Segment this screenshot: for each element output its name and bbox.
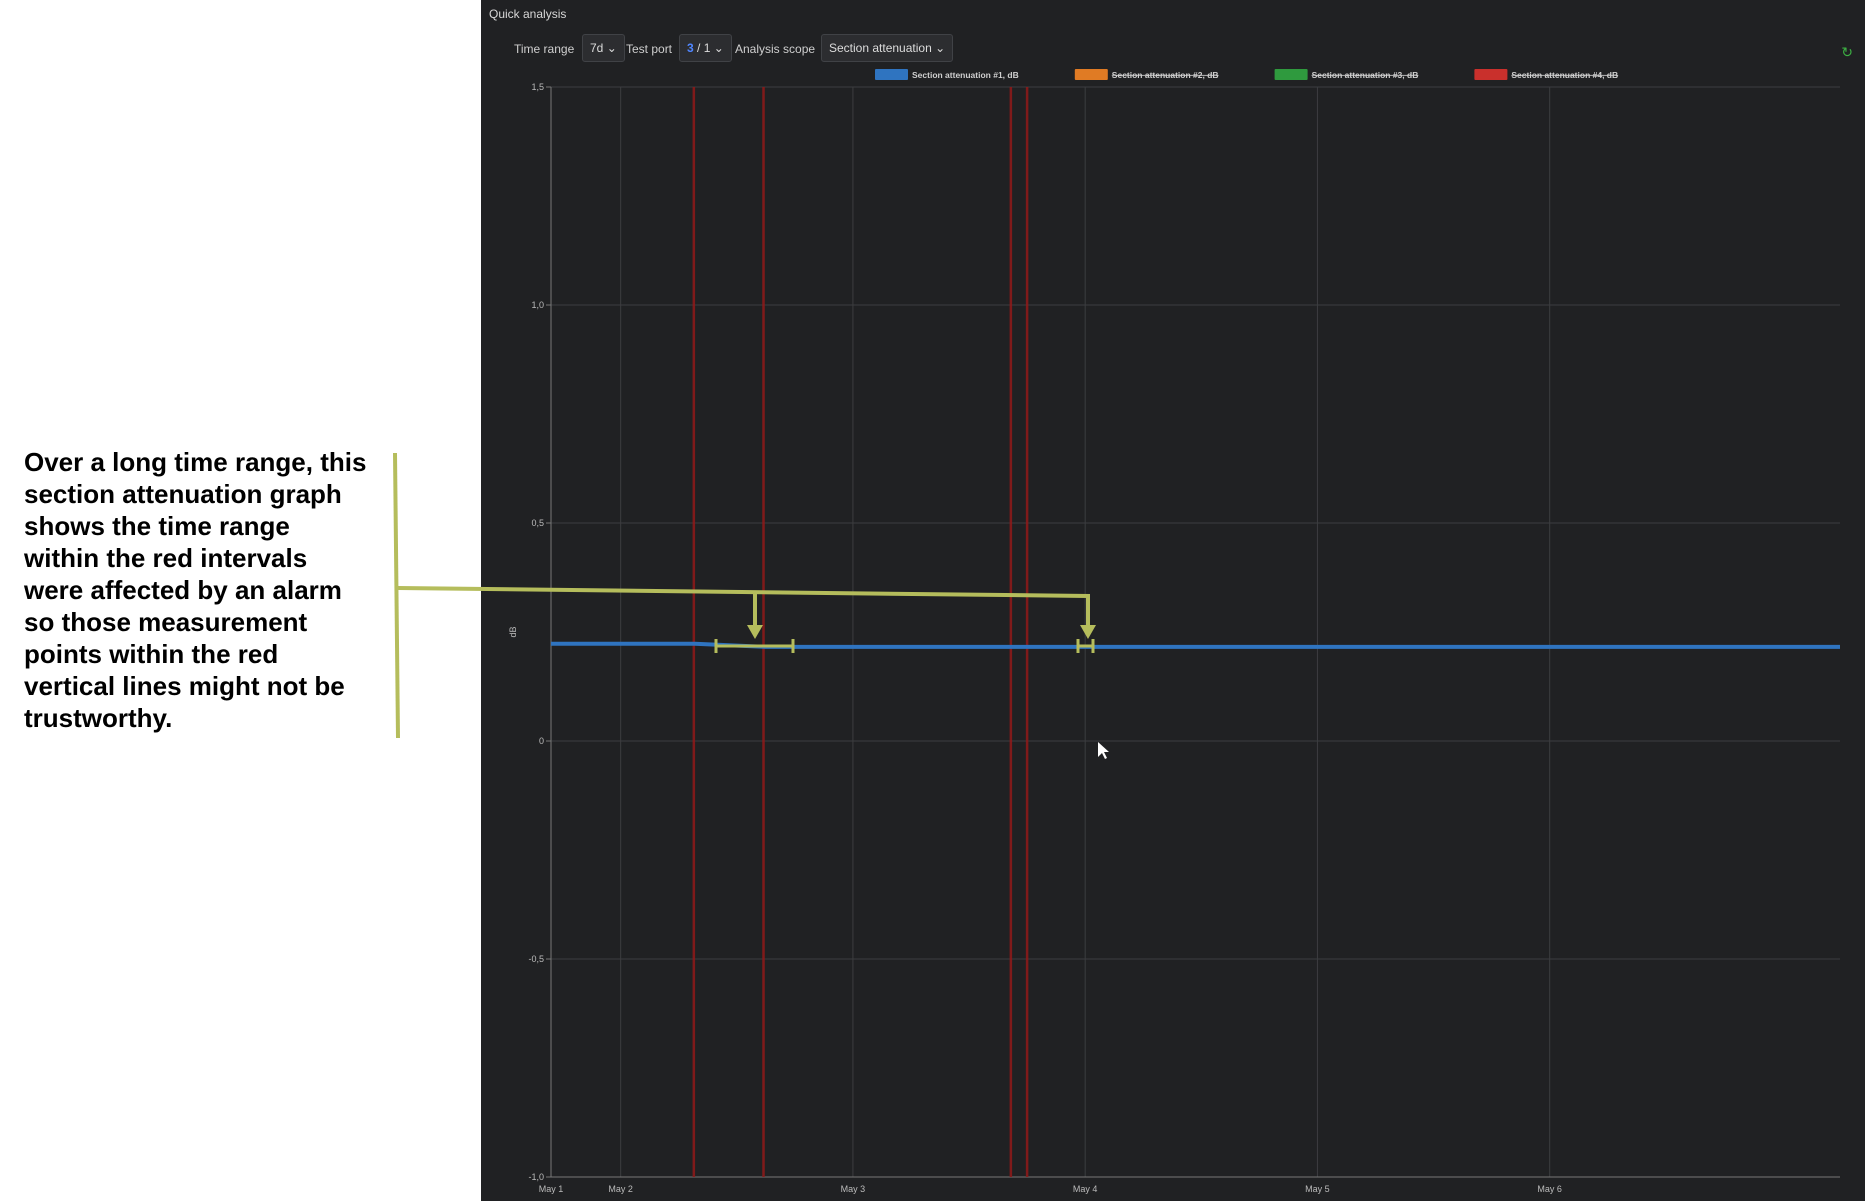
test-port-value-a: 3: [687, 41, 694, 55]
test-port-select[interactable]: 3 / 1 ⌄: [679, 34, 732, 62]
x-tick-label: May 5: [1305, 1184, 1330, 1194]
panel-title: Quick analysis: [489, 7, 567, 21]
x-tick-label: May 2: [608, 1184, 633, 1194]
refresh-icon[interactable]: ↻: [1841, 44, 1853, 61]
test-port-label: Test port: [626, 42, 673, 56]
chevron-down-icon: ⌄: [713, 41, 724, 55]
analysis-scope-label: Analysis scope: [735, 42, 816, 56]
legend-swatch: [1274, 69, 1308, 80]
series-line: [551, 641, 1840, 649]
y-tick-label: 1,0: [531, 300, 544, 310]
time-range-label: Time range: [514, 42, 575, 56]
time-range-select[interactable]: 7d ⌄: [582, 34, 625, 62]
analysis-scope-value: Section attenuation: [829, 41, 932, 55]
legend-swatch: [1474, 69, 1508, 80]
chevron-down-icon: ⌄: [935, 41, 946, 55]
y-tick-label: -0,5: [528, 954, 544, 964]
y-axis-label: dB: [508, 626, 518, 637]
toolbar: Time range 7d ⌄ Test port 3 / 1 ⌄ Analys…: [481, 34, 1865, 62]
legend-label: Section attenuation #1, dB: [912, 70, 1019, 80]
x-tick-label: May 6: [1537, 1184, 1562, 1194]
quick-analysis-panel: 1,5 1,0 0,5 0 -0,5 -1,0 May 1 May 2 May 3 May 4 Ma…: [481, 0, 1865, 1201]
y-tick-label: -1,0: [528, 1172, 544, 1182]
legend-label: Section attenuation #3, dB: [1312, 70, 1419, 80]
legend-label: Section attenuation #2, dB: [1112, 70, 1219, 80]
chevron-down-icon: ⌄: [606, 41, 617, 55]
section-attenuation-chart: 1,5 1,0 0,5 0 -0,5 -1,0 May 1 May 2 May 3 May 4 Ma…: [508, 69, 1840, 1194]
y-tick-label: 1,5: [531, 82, 544, 92]
y-tick-label: 0,5: [531, 518, 544, 528]
legend-swatch: [875, 69, 908, 80]
test-port-value-b: / 1: [693, 41, 711, 55]
analysis-scope-select[interactable]: Section attenuation ⌄: [821, 34, 954, 62]
legend-label: Section attenuation #4, dB: [1511, 70, 1618, 80]
x-tick-label: May 1: [539, 1184, 564, 1194]
legend-swatch: [1074, 69, 1108, 80]
x-tick-label: May 3: [841, 1184, 866, 1194]
y-tick-label: 0: [539, 736, 544, 746]
time-range-value: 7d: [590, 41, 604, 55]
x-tick-label: May 4: [1073, 1184, 1098, 1194]
annotation-text: Over a long time range, this section att…: [24, 447, 367, 733]
